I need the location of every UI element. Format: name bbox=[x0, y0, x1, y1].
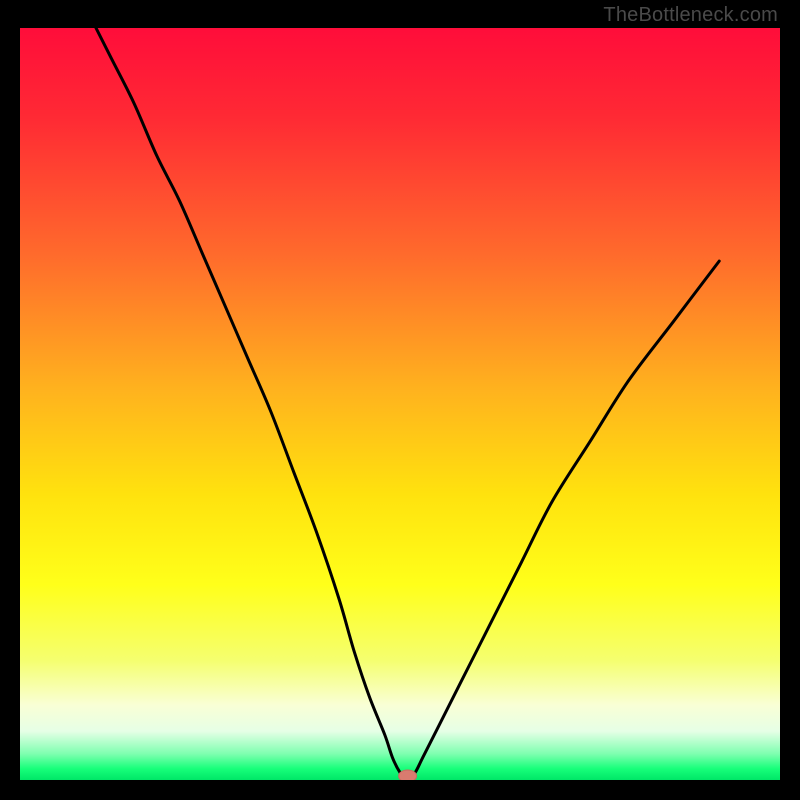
plot-area bbox=[20, 28, 780, 780]
gradient-background bbox=[20, 28, 780, 780]
minimum-marker bbox=[399, 770, 417, 780]
watermark-text: TheBottleneck.com bbox=[603, 4, 778, 27]
plot-svg bbox=[20, 28, 780, 780]
chart-frame: TheBottleneck.com bbox=[0, 0, 800, 800]
